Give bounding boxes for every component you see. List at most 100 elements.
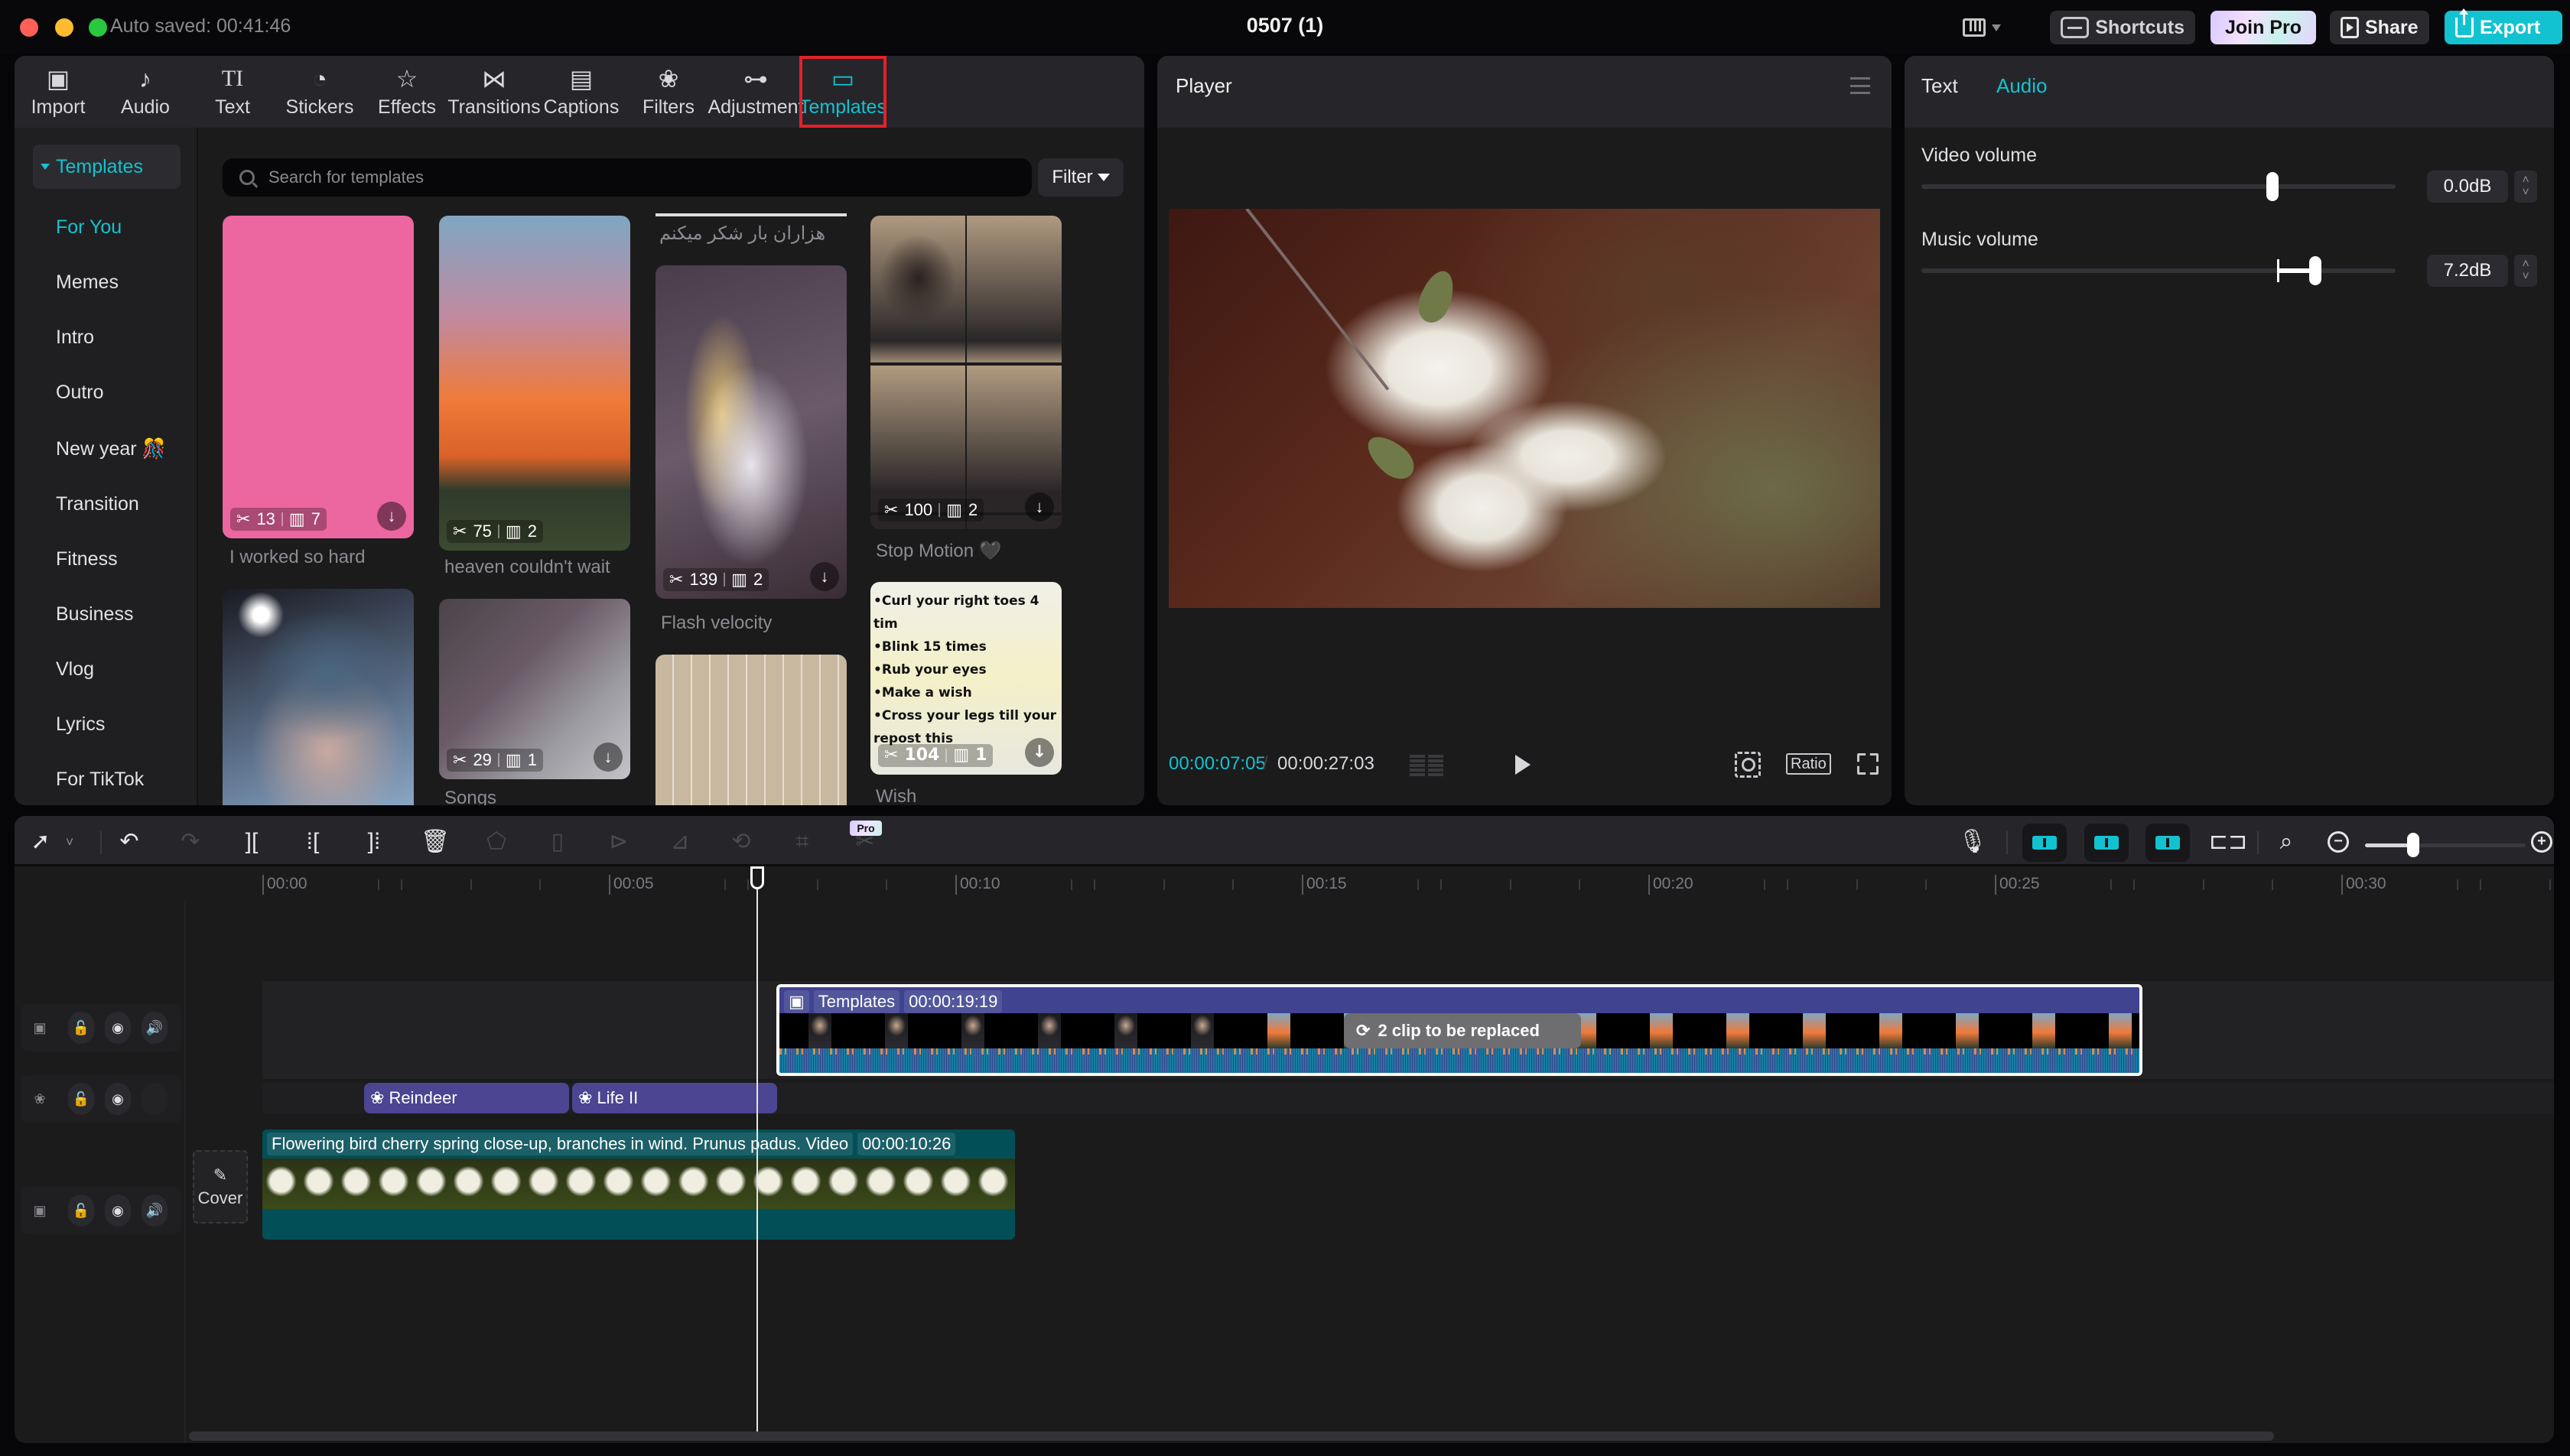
- replace-clips-badge[interactable]: ⟳ 2 clip to be replaced: [1344, 1013, 1581, 1048]
- filter-button[interactable]: Filter: [1038, 158, 1124, 197]
- share-button[interactable]: Share: [2330, 11, 2429, 44]
- freeze-icon[interactable]: ▯: [542, 827, 573, 857]
- download-button[interactable]: ↓: [1025, 492, 1054, 522]
- tab-import[interactable]: ▣ Import: [15, 56, 102, 128]
- split-right-icon[interactable]: ]⁞: [359, 827, 389, 857]
- video-volume-stepper[interactable]: ˄ ˅: [2514, 171, 2537, 203]
- effect-clip-life-ii[interactable]: ❀ Life II: [572, 1083, 777, 1113]
- preview-axis-icon[interactable]: ⊏⊐: [2209, 827, 2247, 857]
- template-search-input[interactable]: [268, 167, 957, 187]
- slider-thumb[interactable]: [2266, 172, 2279, 201]
- chevron-down-icon[interactable]: ˅: [2522, 271, 2529, 283]
- sidebar-item-transition[interactable]: Transition: [56, 493, 139, 515]
- cover-button[interactable]: ✎ Cover: [193, 1150, 248, 1224]
- tab-transitions[interactable]: ⋈ Transitions: [447, 56, 540, 128]
- zoom-in-icon[interactable]: +: [2531, 831, 2552, 853]
- template-card-wish[interactable]: •Curl your right toes 4 tim •Blink 15 ti…: [870, 582, 1062, 775]
- rotate-icon[interactable]: ⟲: [726, 827, 756, 857]
- chevron-down-icon[interactable]: ˅: [2522, 187, 2529, 199]
- effect-clip-reindeer[interactable]: ❀ Reindeer: [364, 1083, 569, 1113]
- mirror-icon[interactable]: ⊿: [665, 827, 695, 857]
- tab-effects[interactable]: ☆ Effects: [363, 56, 451, 128]
- crop-icon[interactable]: ⌗: [787, 827, 818, 857]
- template-card-i-worked-so-hard[interactable]: ✂ 13 ▥ 7 ↓: [223, 216, 414, 538]
- zoom-thumb[interactable]: [2407, 833, 2419, 857]
- tab-audio-props[interactable]: Audio: [1996, 74, 2048, 98]
- sidebar-item-intro[interactable]: Intro: [56, 327, 94, 349]
- lock-icon[interactable]: 🔓: [68, 1012, 94, 1044]
- tab-text[interactable]: TI Text: [189, 56, 276, 128]
- playhead[interactable]: [756, 866, 758, 1440]
- tab-captions[interactable]: ▤ Captions: [538, 56, 625, 128]
- main-video-clip[interactable]: Flowering bird cherry spring close-up, b…: [262, 1129, 1015, 1240]
- tab-text-props[interactable]: Text: [1921, 74, 1958, 98]
- sidebar-item-new-year[interactable]: New year 🎊: [56, 438, 166, 460]
- template-card-songs[interactable]: ✂ 29 ▥ 1 ↓: [439, 599, 630, 779]
- timeline-scrollbar[interactable]: [189, 1432, 2274, 1441]
- video-preview[interactable]: [1169, 209, 1880, 608]
- main-track-magnet-button[interactable]: [2022, 824, 2067, 862]
- delete-icon[interactable]: 🗑: [420, 827, 451, 857]
- sidebar-item-for-you[interactable]: For You: [56, 216, 122, 239]
- tab-filters[interactable]: ❀ Filters: [625, 56, 712, 128]
- sidebar-item-lyrics[interactable]: Lyrics: [56, 713, 105, 736]
- templates-clip[interactable]: ▣ Templates 00:00:19:19 ⟳ 2 clip to be r…: [776, 984, 2142, 1076]
- chevron-up-icon[interactable]: ˄: [2522, 174, 2529, 187]
- tab-adjustment[interactable]: ⊶ Adjustment: [708, 56, 803, 128]
- music-volume-field[interactable]: 7.2dB: [2427, 255, 2508, 287]
- undo-icon[interactable]: ↶: [114, 827, 145, 857]
- download-button[interactable]: ↓: [377, 502, 406, 531]
- slider-thumb[interactable]: [2308, 256, 2321, 285]
- lock-icon[interactable]: 🔓: [68, 1083, 94, 1115]
- sidebar-item-outro[interactable]: Outro: [56, 382, 104, 404]
- sidebar-item-for-tiktok[interactable]: For TikTok: [56, 769, 144, 791]
- template-card-cowboy[interactable]: [223, 589, 414, 805]
- template-card-heaven[interactable]: ✂ 75 ▥ 2: [439, 216, 630, 551]
- timeline-zoom-slider[interactable]: [2365, 833, 2526, 857]
- chevron-up-icon[interactable]: ˄: [2522, 258, 2529, 271]
- template-card-flash-velocity[interactable]: ✂ 139 ▥ 2 ↓: [656, 265, 847, 599]
- layout-menu-button[interactable]: [1963, 15, 2016, 40]
- playhead-handle[interactable]: [750, 866, 764, 889]
- eye-icon[interactable]: ◉: [105, 1083, 131, 1115]
- menu-icon[interactable]: [1850, 77, 1870, 94]
- auto-snapping-button[interactable]: [2084, 824, 2129, 862]
- sidebar-item-business[interactable]: Business: [56, 603, 133, 626]
- template-card-partial[interactable]: [656, 213, 847, 216]
- template-card-stop-motion[interactable]: ✂ 100 ▥ 2 ↓: [870, 216, 1062, 529]
- zoom-out-icon[interactable]: −: [2328, 831, 2349, 853]
- eye-icon[interactable]: ◉: [105, 1012, 131, 1044]
- microphone-icon[interactable]: 🎙: [1957, 827, 1988, 857]
- download-button[interactable]: ↓: [594, 743, 623, 772]
- chevron-down-icon[interactable]: ˅: [54, 827, 85, 857]
- template-card-tiles[interactable]: [656, 655, 847, 805]
- video-volume-slider[interactable]: [1921, 172, 2396, 201]
- download-button[interactable]: ↓: [810, 562, 839, 591]
- redo-icon[interactable]: ↷: [175, 827, 206, 857]
- lock-icon[interactable]: 🔓: [68, 1194, 94, 1227]
- volume-icon[interactable]: 🔊: [142, 1012, 168, 1044]
- linkage-button[interactable]: [2145, 824, 2190, 862]
- sidebar-item-fitness[interactable]: Fitness: [56, 548, 118, 570]
- join-pro-button[interactable]: Join Pro: [2211, 11, 2316, 44]
- music-volume-stepper[interactable]: ˄ ˅: [2514, 255, 2537, 287]
- volume-icon[interactable]: 🔊: [142, 1194, 168, 1227]
- tab-stickers[interactable]: ◔ Stickers: [276, 56, 363, 128]
- split-left-icon[interactable]: ⁞[: [298, 827, 328, 857]
- sidebar-item-memes[interactable]: Memes: [56, 271, 119, 294]
- sidebar-header-templates[interactable]: Templates: [33, 145, 181, 189]
- shortcuts-button[interactable]: Shortcuts: [2050, 11, 2195, 44]
- eye-icon[interactable]: ◉: [105, 1194, 131, 1227]
- zoom-to-fit-icon[interactable]: ⌕: [2271, 827, 2302, 857]
- zoom-fit-icon[interactable]: [1735, 752, 1761, 778]
- ratio-button[interactable]: Ratio: [1786, 753, 1831, 775]
- timeline-ruler[interactable]: 00:00 00:05 00:10 00:15 00:20 00:25 00:30: [15, 869, 2554, 899]
- tab-templates[interactable]: ▭ Templates: [799, 56, 886, 128]
- marker-icon[interactable]: ⬠: [481, 827, 512, 857]
- fullscreen-icon[interactable]: [1857, 753, 1879, 775]
- tab-audio[interactable]: ♪ Audio: [102, 56, 189, 128]
- select-tool-icon[interactable]: ➚: [25, 827, 56, 857]
- play-button[interactable]: [1515, 755, 1531, 775]
- export-button[interactable]: Export: [2445, 8, 2562, 44]
- sidebar-item-vlog[interactable]: Vlog: [56, 658, 94, 681]
